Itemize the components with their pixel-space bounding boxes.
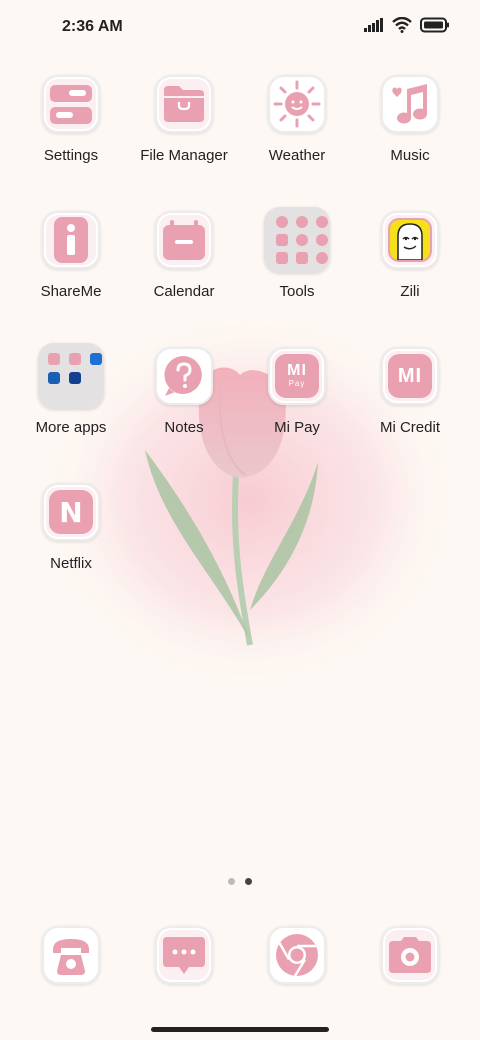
app-more-apps-folder[interactable]: More apps [11,343,131,467]
settings-icon [42,75,100,133]
app-label: Mi Credit [379,419,440,436]
home-indicator-bar[interactable] [151,1027,329,1032]
tools-folder-icon [264,207,330,273]
mi-credit-mark: MI [397,364,423,387]
music-note-icon [381,75,439,133]
app-label: Netflix [50,555,92,572]
camera-icon [381,926,439,984]
app-settings[interactable]: Settings [11,75,131,195]
dock-phone[interactable] [11,926,131,1040]
signal-icon [364,18,383,32]
app-mi-pay[interactable]: MI Pay Mi Pay [237,347,357,467]
app-label: Weather [268,147,326,164]
app-netflix[interactable]: N Netflix [11,483,131,603]
sun-icon [268,75,326,133]
browser-icon [268,926,326,984]
app-zili[interactable]: Zili [350,211,470,331]
app-shareme[interactable]: ShareMe [11,211,131,331]
dock-browser[interactable] [237,926,357,1040]
mi-pay-icon: MI Pay [268,347,326,405]
page-dot-2[interactable] [245,878,252,885]
app-weather[interactable]: Weather [237,75,357,195]
netflix-mark: N [59,495,83,529]
app-label: ShareMe [40,283,102,300]
mi-pay-subtext: Pay [288,379,306,388]
dock-messages[interactable] [124,926,244,1040]
dock-camera[interactable] [350,926,470,1040]
app-notes[interactable]: Notes [124,347,244,467]
app-label: Mi Pay [274,419,320,436]
status-bar: 2:36 AM [0,0,480,56]
battery-icon [420,17,449,33]
app-calendar[interactable]: Calendar [124,211,244,331]
app-label: Notes [164,419,204,436]
calendar-icon [155,211,213,269]
mi-credit-icon: MI [381,347,439,405]
wifi-icon [392,17,412,33]
page-dot-1[interactable] [228,878,235,885]
phone-icon [42,926,100,984]
app-music[interactable]: Music [350,75,470,195]
app-label: Settings [43,147,99,164]
app-label: Tools [279,283,315,300]
page-indicator[interactable] [0,878,480,885]
app-label: Calendar [153,283,215,300]
app-tools[interactable]: Tools [237,207,357,331]
folder-icon [155,75,213,133]
status-icons [364,17,450,33]
app-label: More apps [35,419,107,436]
app-label: File Manager [140,147,228,164]
folder-icon [38,343,104,409]
app-label: Zili [400,283,420,300]
zili-icon [381,211,439,269]
chat-icon [155,926,213,984]
app-label: Music [390,147,430,164]
mi-pay-mark: MI [287,362,307,379]
info-icon [42,211,100,269]
clock-time: 2:36 AM [62,18,123,35]
question-icon [155,347,213,405]
app-mi-credit[interactable]: MI Mi Credit [350,347,470,467]
app-file-manager[interactable]: File Manager [124,75,244,195]
netflix-icon: N [42,483,100,541]
